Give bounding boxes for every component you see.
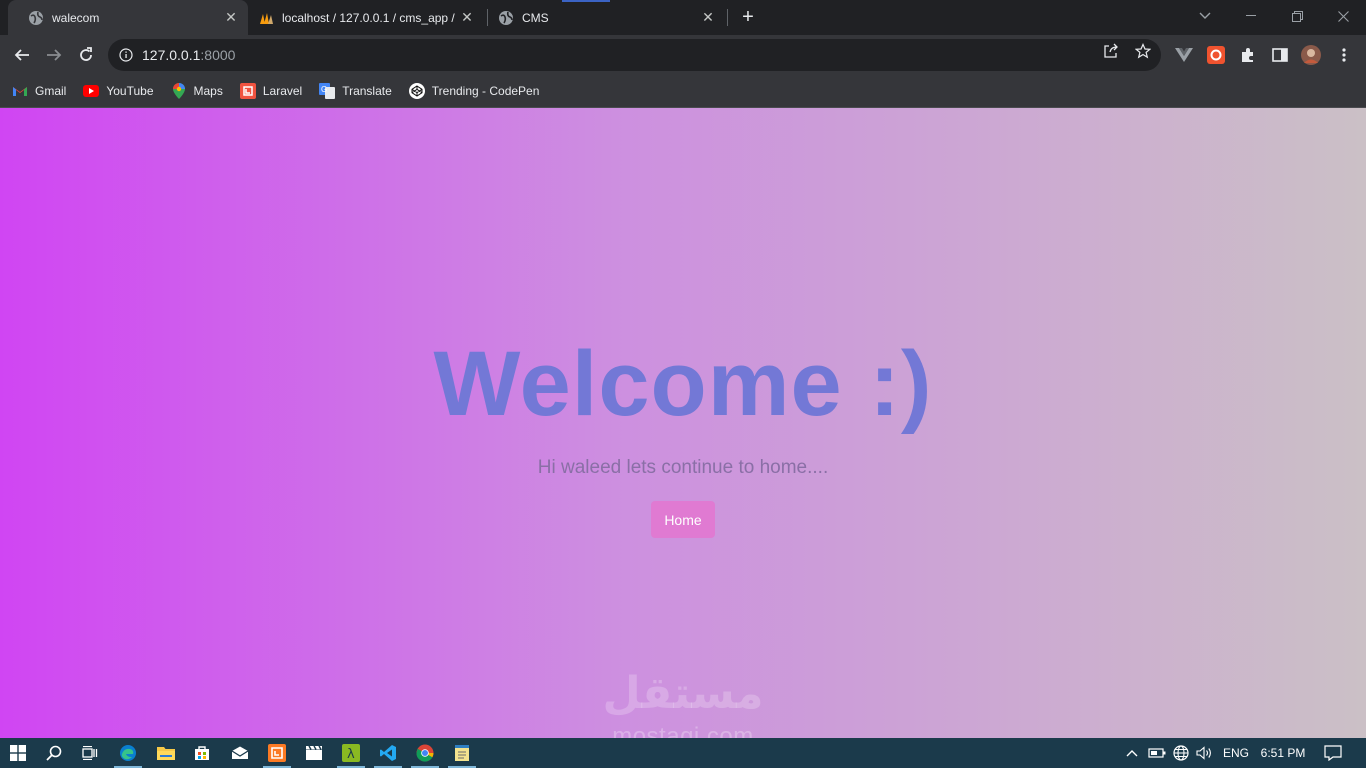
bookmark-label: Gmail (35, 84, 67, 98)
translate-icon: G (319, 83, 336, 99)
tab-strip: walecom ✕ localhost / 127.0.0.1 / cms_ap… (0, 0, 1366, 35)
windows-taskbar: λ ENG 6:51 PM (0, 738, 1366, 768)
network-globe-icon[interactable] (1171, 738, 1191, 768)
extensions-puzzle-icon[interactable] (1238, 45, 1258, 65)
record-extension-icon[interactable] (1206, 45, 1226, 65)
bookmark-label: Translate (342, 84, 392, 98)
notifications-icon[interactable] (1318, 738, 1348, 768)
store-icon[interactable] (184, 738, 220, 768)
laravel-icon (239, 83, 256, 99)
tab-cms[interactable]: CMS ✕ (489, 0, 725, 35)
bookmarks-bar: Gmail YouTube Maps Laravel G Translate T… (0, 75, 1366, 108)
close-window-button[interactable] (1320, 0, 1366, 32)
home-button[interactable]: Home (651, 501, 715, 538)
tab-loading-indicator (562, 0, 610, 2)
bookmark-label: Trending - CodePen (431, 84, 540, 98)
restore-button[interactable] (1274, 0, 1320, 32)
volume-icon[interactable] (1194, 738, 1214, 768)
bookmark-codepen[interactable]: Trending - CodePen (408, 77, 540, 105)
start-button[interactable] (0, 738, 36, 768)
input-language[interactable]: ENG (1221, 738, 1251, 768)
svg-text:λ: λ (347, 747, 355, 762)
menu-kebab-icon[interactable] (1334, 45, 1354, 65)
bookmark-label: Laravel (262, 84, 303, 98)
url-port: :8000 (200, 47, 236, 63)
phpmyadmin-icon (258, 10, 274, 26)
page-content: Welcome :) Hi waleed lets continue to ho… (0, 108, 1366, 750)
gmail-icon (12, 83, 28, 99)
tab-title: walecom (52, 10, 100, 25)
reload-icon (80, 47, 92, 61)
bookmark-youtube[interactable]: YouTube (83, 77, 154, 105)
url-host: 127.0.0.1 (142, 47, 201, 63)
vue-devtools-icon[interactable] (1174, 45, 1194, 65)
tab-title: localhost / 127.0.0.1 / cms_app / (282, 10, 455, 25)
maps-icon (171, 83, 187, 99)
share-icon[interactable] (1103, 43, 1119, 59)
welcome-heading: Welcome :) (433, 333, 933, 435)
bookmark-label: YouTube (106, 84, 154, 98)
edge-icon[interactable] (110, 738, 146, 768)
video-editor-icon[interactable] (296, 738, 332, 768)
address-bar[interactable]: 127.0.0.1:8000 (108, 39, 1161, 71)
close-tab-icon[interactable]: ✕ (222, 9, 240, 27)
arrow-right-icon (47, 49, 62, 61)
forward-button[interactable] (40, 41, 68, 69)
bookmark-translate[interactable]: G Translate (319, 77, 392, 105)
search-icon[interactable] (36, 738, 72, 768)
avatar[interactable] (1301, 45, 1321, 65)
show-hidden-icons-chevron-icon[interactable] (1124, 738, 1140, 768)
file-explorer-icon[interactable] (148, 738, 184, 768)
notepad-icon[interactable] (444, 738, 480, 768)
browser-toolbar: 127.0.0.1:8000 (0, 35, 1366, 75)
tab-separator (487, 9, 488, 26)
windows-icon (10, 745, 26, 761)
tab-search-icon[interactable] (1182, 0, 1228, 32)
reload-button[interactable] (72, 41, 100, 69)
xampp-icon[interactable] (259, 738, 295, 768)
globe-icon (28, 10, 44, 26)
tab-walecom[interactable]: walecom ✕ (8, 0, 248, 35)
mail-icon[interactable] (222, 738, 258, 768)
chrome-icon[interactable] (407, 738, 443, 768)
bookmark-star-icon[interactable] (1135, 43, 1151, 59)
welcome-subtitle: Hi waleed lets continue to home.... (537, 457, 829, 478)
url-text: 127.0.0.1:8000 (142, 47, 235, 63)
site-info-icon[interactable] (118, 47, 134, 63)
tab-phpmyadmin[interactable]: localhost / 127.0.0.1 / cms_app / ✕ (252, 0, 484, 35)
svg-text:G: G (321, 85, 327, 94)
bookmark-laravel[interactable]: Laravel (239, 77, 303, 105)
tab-title: CMS (522, 10, 549, 25)
new-tab-button[interactable]: + (736, 5, 760, 29)
bookmark-maps[interactable]: Maps (171, 77, 223, 105)
watermark-logo: مستقل (602, 668, 764, 719)
arrow-left-icon (14, 49, 29, 61)
vscode-icon[interactable] (370, 738, 406, 768)
close-tab-icon[interactable]: ✕ (699, 9, 717, 27)
battery-icon[interactable] (1147, 738, 1167, 768)
clock[interactable]: 6:51 PM (1258, 738, 1308, 768)
youtube-icon (83, 83, 100, 99)
back-button[interactable] (8, 41, 36, 69)
minimize-button[interactable] (1228, 0, 1274, 32)
side-panel-icon[interactable] (1270, 45, 1290, 65)
codepen-icon (408, 83, 425, 99)
task-view-icon[interactable] (72, 738, 108, 768)
globe-icon (498, 10, 514, 26)
bookmark-gmail[interactable]: Gmail (12, 77, 66, 105)
lambda-app-icon[interactable]: λ (333, 738, 369, 768)
close-tab-icon[interactable]: ✕ (458, 9, 476, 27)
bookmark-label: Maps (193, 84, 223, 98)
tab-separator (727, 9, 728, 26)
